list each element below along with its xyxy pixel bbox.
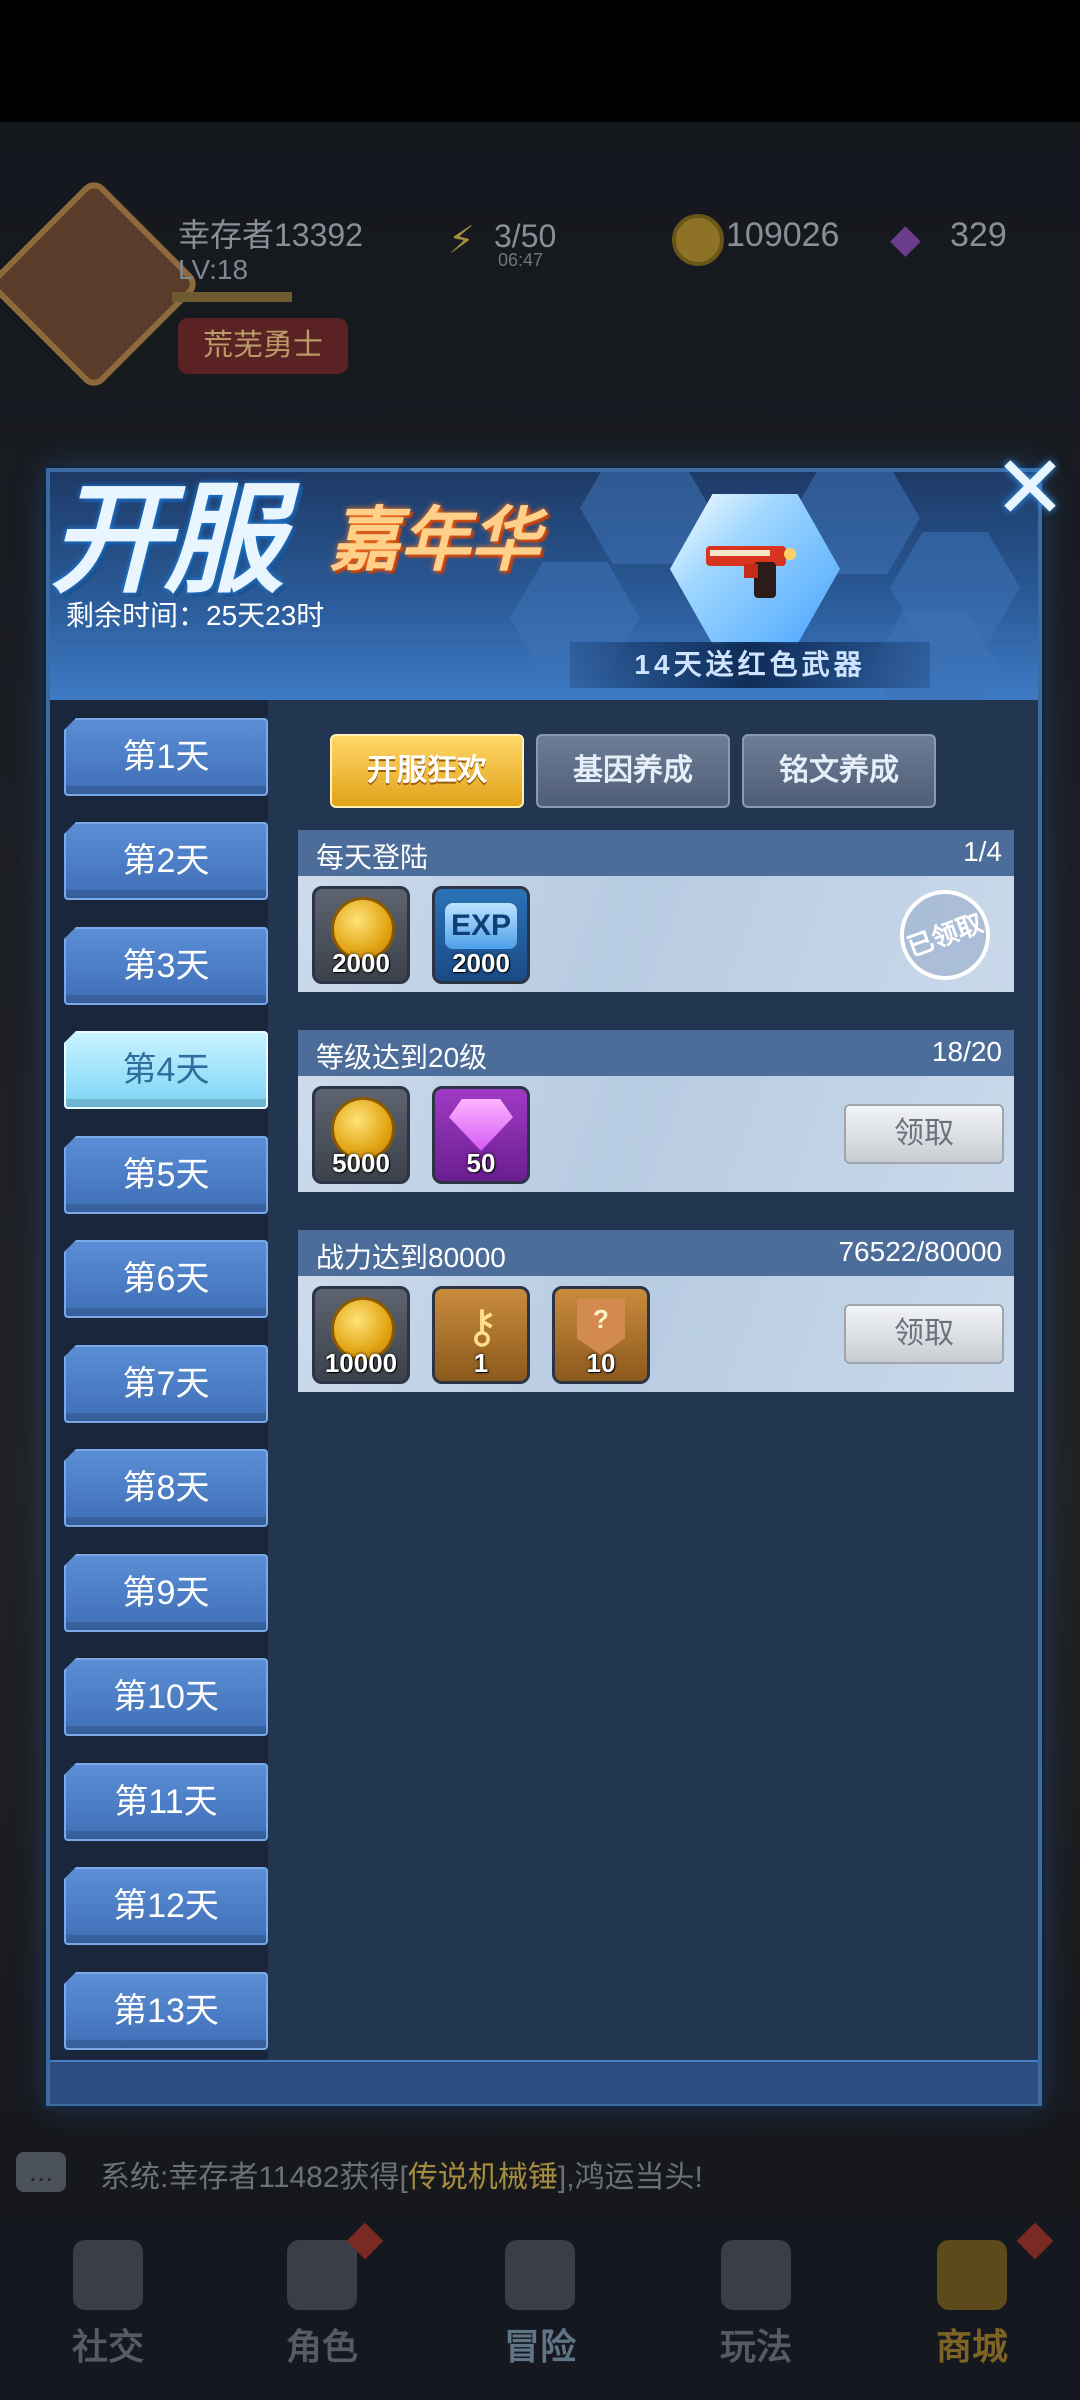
reward-amount: 2000	[332, 948, 390, 978]
task-progress: 18/20	[931, 1036, 1002, 1067]
day-tab-11[interactable]: 第11天	[64, 1763, 268, 1841]
system-chat-bar[interactable]: … 系统:幸存者11482获得[传说机械锤],鸿运当头!	[0, 2144, 1080, 2204]
day-tab-6[interactable]: 第6天	[64, 1240, 268, 1318]
task-title: 等级达到20级	[316, 1042, 488, 1073]
title-badge: 荒芜勇士	[178, 318, 348, 374]
claimed-stamp: 已领取	[887, 877, 1003, 993]
reward-amount: 10000	[324, 1348, 398, 1378]
nav-shop-label: 商城	[935, 2326, 1008, 2367]
carnival-panel: 14天送红色武器 开服 嘉年华 剩余时间：25天23时 ✕ 第1天 第2天 第3…	[46, 444, 1067, 2106]
gem-count[interactable]: 329	[950, 216, 1007, 255]
task-title: 每天登陆	[316, 842, 429, 873]
day-tab-1[interactable]: 第1天	[64, 718, 268, 796]
chat-suffix: ],鸿运当头!	[557, 2161, 703, 2194]
level-progress-bar	[172, 292, 292, 302]
task-progress: 1/4	[963, 836, 1002, 867]
chat-prefix: 系统:幸存者11482获得[	[100, 2161, 408, 2194]
tab-inscription-training[interactable]: 铭文养成	[742, 734, 936, 808]
day-tab-9[interactable]: 第9天	[64, 1554, 268, 1632]
nav-character[interactable]: 角色	[222, 2220, 422, 2400]
mystery-badge-icon: ?	[577, 1299, 625, 1355]
day-list[interactable]: 第1天 第2天 第3天 第4天 第5天 第6天 第7天 第8天 第9天 第10天…	[50, 700, 268, 2060]
task-card: 等级达到20级 18/20 5000 50 领取	[298, 1030, 1014, 1196]
gem-reward[interactable]: 50	[432, 1086, 530, 1184]
nav-character-label: 角色	[285, 2326, 358, 2367]
gem-icon: ◆	[890, 217, 921, 261]
remaining-time: 剩余时间：25天23时	[66, 600, 325, 631]
task-card: 战力达到80000 76522/80000 10000 ⚷ 1 ? 10 领取	[298, 1230, 1014, 1396]
day-tab-7[interactable]: 第7天	[64, 1345, 268, 1423]
reward-amount: 1	[473, 1348, 489, 1378]
task-title: 战力达到80000	[316, 1242, 506, 1273]
coin-icon	[672, 214, 724, 266]
claim-button[interactable]: 领取	[844, 1104, 1004, 1164]
key-reward[interactable]: ⚷ 1	[432, 1286, 530, 1384]
status-bar	[0, 0, 1080, 122]
red-pistol-icon	[706, 546, 796, 598]
player-level: LV:18	[178, 254, 249, 285]
nav-social[interactable]: 社交	[8, 2220, 208, 2400]
reward-amount: 2000	[452, 948, 510, 978]
player-name: 幸存者13392	[178, 217, 363, 253]
nav-gameplay[interactable]: 玩法	[656, 2220, 856, 2400]
day-tab-3[interactable]: 第3天	[64, 927, 268, 1005]
badge-reward[interactable]: ? 10	[552, 1286, 650, 1384]
panel-header: 14天送红色武器 开服 嘉年华 剩余时间：25天23时	[50, 472, 1038, 700]
nav-social-label: 社交	[71, 2326, 144, 2367]
exp-icon: EXP	[445, 903, 517, 949]
energy-timer: 06:47	[498, 250, 544, 270]
task-progress: 76522/80000	[838, 1236, 1002, 1267]
coin-reward[interactable]: 10000	[312, 1286, 410, 1384]
claim-button[interactable]: 领取	[844, 1304, 1004, 1364]
nav-gameplay-label: 玩法	[719, 2326, 792, 2367]
task-header: 战力达到80000 76522/80000	[298, 1230, 1014, 1276]
gamepad-icon	[721, 2240, 791, 2310]
panel-title-sub: 嘉年华	[330, 501, 540, 579]
bottom-nav: 社交 角色 冒险 玩法 商城	[0, 2220, 1080, 2400]
task-header: 每天登陆 1/4	[298, 830, 1014, 876]
day-tab-12[interactable]: 第12天	[64, 1867, 268, 1945]
tab-gene-training[interactable]: 基因养成	[536, 734, 730, 808]
coin-reward[interactable]: 2000	[312, 886, 410, 984]
reward-amount: 5000	[332, 1148, 390, 1178]
notification-badge	[1016, 2222, 1054, 2260]
chat-message: 系统:幸存者11482获得[传说机械锤],鸿运当头!	[100, 2152, 703, 2196]
task-content: 开服狂欢 基因养成 铭文养成 每天登陆 1/4 2000 EXP 2000 已领…	[268, 700, 1038, 2060]
day-tab-2[interactable]: 第2天	[64, 822, 268, 900]
chat-bubble-icon[interactable]: …	[16, 2152, 66, 2192]
task-rewards: 5000 50 领取	[298, 1076, 1014, 1192]
task-card: 每天登陆 1/4 2000 EXP 2000 已领取	[298, 830, 1014, 996]
coin-count[interactable]: 109026	[726, 216, 839, 255]
day-tab-5[interactable]: 第5天	[64, 1136, 268, 1214]
panel-footer	[50, 2060, 1038, 2104]
adventure-map-icon	[505, 2240, 575, 2310]
nav-shop[interactable]: 商城	[872, 2220, 1072, 2400]
task-header: 等级达到20级 18/20	[298, 1030, 1014, 1076]
task-rewards: 10000 ⚷ 1 ? 10 领取	[298, 1276, 1014, 1392]
social-icon	[73, 2240, 143, 2310]
nav-adventure[interactable]: 冒险	[440, 2220, 640, 2400]
day-tab-4[interactable]: 第4天	[64, 1031, 268, 1109]
tab-opening-carnival[interactable]: 开服狂欢	[330, 734, 524, 808]
chat-item-name: 传说机械锤	[407, 2161, 558, 2194]
day-tab-10[interactable]: 第10天	[64, 1658, 268, 1736]
character-icon	[287, 2240, 357, 2310]
key-icon: ⚷	[465, 1300, 499, 1352]
task-rewards: 2000 EXP 2000 已领取	[298, 876, 1014, 993]
energy-bolt-icon: ⚡	[448, 220, 475, 262]
coin-reward[interactable]: 5000	[312, 1086, 410, 1184]
nav-adventure-label: 冒险	[503, 2326, 576, 2367]
reward-amount: 10	[586, 1348, 616, 1378]
day-tab-8[interactable]: 第8天	[64, 1449, 268, 1527]
day-tab-13[interactable]: 第13天	[64, 1972, 268, 2050]
close-icon[interactable]: ✕	[990, 444, 1070, 532]
gem-icon	[449, 1099, 513, 1151]
shop-cart-icon	[937, 2240, 1007, 2310]
reward-amount: 50	[466, 1148, 496, 1178]
weapon-banner: 14天送红色武器	[570, 642, 930, 688]
exp-reward[interactable]: EXP 2000	[432, 886, 530, 984]
